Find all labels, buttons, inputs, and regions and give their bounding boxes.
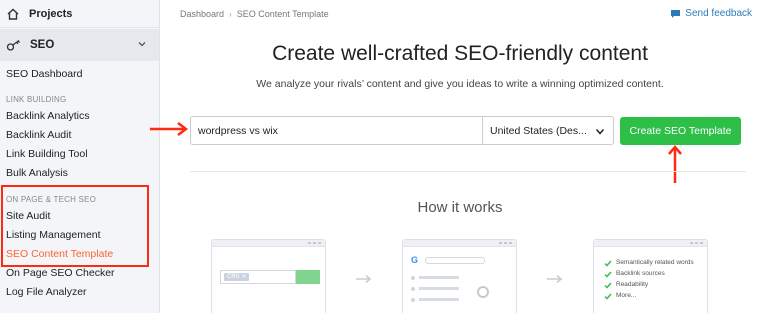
magnifier-icon xyxy=(477,286,489,298)
keyword-input-value: wordpress vs wix xyxy=(198,124,278,137)
send-feedback-label: Send feedback xyxy=(685,8,752,19)
keyword-input[interactable]: wordpress vs wix xyxy=(190,116,482,145)
how-it-works-card-keywords: CRS ✕ xyxy=(211,239,326,313)
chevron-down-icon xyxy=(595,129,605,135)
annotation-highlight-box xyxy=(1,185,149,267)
home-icon xyxy=(7,8,19,20)
how-it-works-card-recommendations: Semantically related words Backlink sour… xyxy=(593,239,708,313)
region-select[interactable]: United States (Des... xyxy=(482,116,614,145)
result-dot xyxy=(411,276,415,280)
annotation-arrow-right xyxy=(150,122,189,136)
app-root: Projects SEO SEO Dashboard LINK BUILDING… xyxy=(0,0,760,313)
page-subtitle: We analyze your rivals’ content and give… xyxy=(256,78,664,90)
how-it-works-title: How it works xyxy=(417,199,503,216)
result-dot xyxy=(411,287,415,291)
step-arrow-icon xyxy=(356,274,372,284)
check-icon xyxy=(604,293,612,300)
sidebar-item-log-file-analyzer[interactable]: Log File Analyzer xyxy=(6,286,87,298)
sidebar-item-on-page-seo-checker[interactable]: On Page SEO Checker xyxy=(6,267,115,279)
step-arrow-icon xyxy=(547,274,563,284)
chevron-down-icon xyxy=(138,42,146,47)
result-line xyxy=(419,276,459,279)
check-icon xyxy=(604,271,612,278)
result-line xyxy=(419,287,459,290)
sidebar-item-backlink-audit[interactable]: Backlink Audit xyxy=(6,129,71,141)
create-seo-template-button[interactable]: Create SEO Template xyxy=(620,117,741,145)
sidebar-item-backlink-analytics[interactable]: Backlink Analytics xyxy=(6,110,89,122)
sidebar-item-seo[interactable]: SEO xyxy=(0,29,159,61)
page-title: Create well-crafted SEO-friendly content xyxy=(272,42,648,65)
check-icon xyxy=(604,282,612,289)
card-search-bar-mock xyxy=(425,257,485,264)
card-input-mock: CRS ✕ xyxy=(220,270,296,284)
breadcrumb-current: SEO Content Template xyxy=(236,9,329,19)
breadcrumb-dashboard[interactable]: Dashboard xyxy=(180,9,224,19)
sidebar-item-label: SEO xyxy=(30,39,55,51)
card-window-bar xyxy=(212,240,325,247)
result-line xyxy=(419,298,459,301)
card-button-mock xyxy=(296,270,320,284)
card-keyword-tag: CRS ✕ xyxy=(224,273,250,281)
sidebar-item-seo-dashboard[interactable]: SEO Dashboard xyxy=(6,68,82,80)
chat-bubble-icon xyxy=(671,9,681,18)
how-it-works-card-search: G xyxy=(402,239,517,313)
breadcrumb: Dashboard › SEO Content Template xyxy=(180,9,329,19)
annotation-arrow-up xyxy=(668,145,682,183)
check-icon xyxy=(604,260,612,267)
key-icon xyxy=(6,39,20,51)
google-g-icon: G xyxy=(411,255,419,265)
breadcrumb-separator: › xyxy=(229,9,232,19)
send-feedback-link[interactable]: Send feedback xyxy=(670,8,752,19)
section-divider xyxy=(190,171,746,172)
card-window-bar xyxy=(403,240,516,247)
recommendation-item: Semantically related words xyxy=(616,259,694,266)
sidebar-section-link-building: LINK BUILDING xyxy=(6,95,67,104)
sidebar-item-label: Projects xyxy=(29,7,73,20)
recommendation-item: Backlink sources xyxy=(616,270,665,277)
region-select-value: United States (Des... xyxy=(490,124,587,137)
result-dot xyxy=(411,298,415,302)
card-window-bar xyxy=(594,240,707,247)
recommendation-item: Readability xyxy=(616,281,649,288)
sidebar-item-link-building-tool[interactable]: Link Building Tool xyxy=(6,148,88,160)
recommendation-item: More... xyxy=(616,292,637,299)
sidebar-item-bulk-analysis[interactable]: Bulk Analysis xyxy=(6,167,68,179)
sidebar-item-projects[interactable]: Projects xyxy=(0,0,159,28)
sidebar: Projects SEO SEO Dashboard LINK BUILDING… xyxy=(0,0,160,313)
